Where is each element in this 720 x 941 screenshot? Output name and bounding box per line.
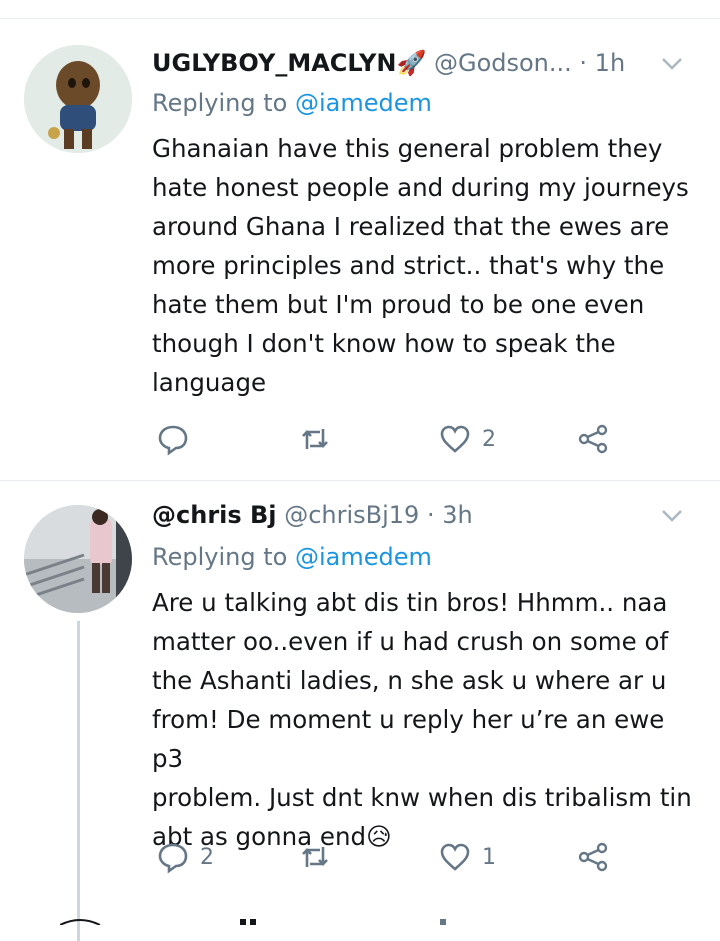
- share-button[interactable]: [576, 837, 610, 877]
- reply-count: 2: [200, 844, 214, 870]
- like-icon: [440, 843, 470, 871]
- share-button[interactable]: [576, 419, 610, 459]
- tweet-2[interactable]: @chris Bj @chrisBj19 · 3h Replying to @i…: [0, 481, 720, 941]
- text-line: language: [152, 368, 267, 397]
- chevron-down-icon[interactable]: [658, 503, 686, 527]
- tweet-header: UGLYBOY_MACLYN🚀 @Godson... · 1h: [152, 49, 700, 83]
- handle[interactable]: @chrisBj19: [284, 501, 419, 529]
- chevron-down-icon[interactable]: [658, 51, 686, 75]
- text-line: though I don't know how to speak the: [152, 329, 616, 358]
- like-button[interactable]: 1: [438, 837, 496, 877]
- text-line: problem. Just dnt knw when dis tribalism…: [152, 783, 692, 812]
- display-name[interactable]: @chris Bj: [152, 501, 277, 529]
- like-count: 1: [482, 844, 496, 870]
- retweet-icon: [302, 429, 328, 449]
- share-icon: [578, 424, 608, 454]
- next-tweet-edge: [59, 910, 480, 926]
- reply-button[interactable]: 2: [156, 837, 214, 877]
- thread-line: [77, 621, 80, 941]
- action-bar: 2 1: [152, 837, 692, 877]
- tweet-1[interactable]: UGLYBOY_MACLYN🚀 @Godson... · 1h Replying…: [0, 19, 720, 480]
- like-count: 2: [482, 426, 496, 452]
- like-icon: [440, 425, 470, 453]
- tweet-header: @chris Bj @chrisBj19 · 3h: [152, 501, 700, 535]
- rocket-emoji: 🚀: [396, 49, 427, 77]
- avatar[interactable]: [24, 45, 132, 153]
- replying-label: Replying to: [152, 543, 288, 571]
- avatar[interactable]: [24, 505, 132, 613]
- mention-link[interactable]: @iamedem: [295, 543, 432, 571]
- replying-label: Replying to: [152, 89, 288, 117]
- reply-icon: [158, 843, 188, 874]
- reply-icon: [158, 425, 188, 456]
- reply-button[interactable]: [156, 419, 200, 459]
- replying-to: Replying to @iamedem: [152, 543, 432, 571]
- text-line: Ghanaian have this general problem they: [152, 134, 663, 163]
- retweet-button[interactable]: [298, 837, 342, 877]
- text-line: hate honest people and during my journey…: [152, 173, 689, 202]
- text-line: from! De moment u reply her u’re an ewe …: [152, 705, 665, 773]
- text-line: more principles and strict.. that's why …: [152, 251, 665, 280]
- text-line: matter oo..even if u had crush on some o…: [152, 627, 669, 656]
- text-line: hate them but I'm proud to be one even: [152, 290, 645, 319]
- text-line: the Ashanti ladies, n she ask u where ar…: [152, 666, 667, 695]
- retweet-button[interactable]: [298, 419, 342, 459]
- replying-to: Replying to @iamedem: [152, 89, 432, 117]
- tweet-text: Are u talking abt dis tin bros! Hhmm.. n…: [152, 583, 702, 856]
- retweet-icon: [302, 847, 328, 867]
- action-bar: 2: [152, 419, 692, 459]
- mention-link[interactable]: @iamedem: [295, 89, 432, 117]
- like-button[interactable]: 2: [438, 419, 496, 459]
- handle[interactable]: @Godson...: [434, 49, 572, 77]
- share-icon: [578, 842, 608, 872]
- timestamp[interactable]: · 3h: [427, 501, 473, 529]
- timestamp[interactable]: · 1h: [579, 49, 625, 77]
- text-line: Are u talking abt dis tin bros! Hhmm.. n…: [152, 588, 668, 617]
- text-line: around Ghana I realized that the ewes ar…: [152, 212, 670, 241]
- display-name[interactable]: UGLYBOY_MACLYN: [152, 49, 396, 77]
- tweet-text: Ghanaian have this general problem they …: [152, 129, 702, 402]
